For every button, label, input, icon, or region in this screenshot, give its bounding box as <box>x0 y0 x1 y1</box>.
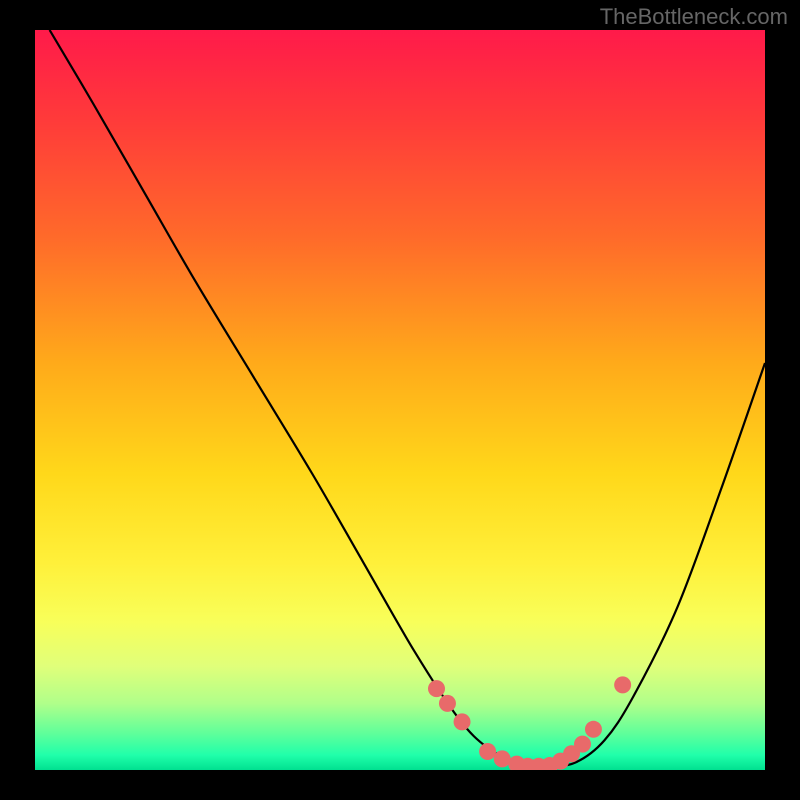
chart-svg <box>35 30 765 770</box>
data-marker <box>439 695 456 712</box>
chart-container: TheBottleneck.com <box>0 0 800 800</box>
data-marker <box>614 676 631 693</box>
data-marker <box>585 721 602 738</box>
bottleneck-curve <box>50 30 765 766</box>
data-marker <box>494 750 511 767</box>
watermark-text: TheBottleneck.com <box>600 4 788 30</box>
data-marker <box>479 743 496 760</box>
data-marker <box>428 680 445 697</box>
data-marker <box>454 713 471 730</box>
data-marker <box>574 736 591 753</box>
data-markers <box>428 676 631 770</box>
plot-area <box>35 30 765 770</box>
